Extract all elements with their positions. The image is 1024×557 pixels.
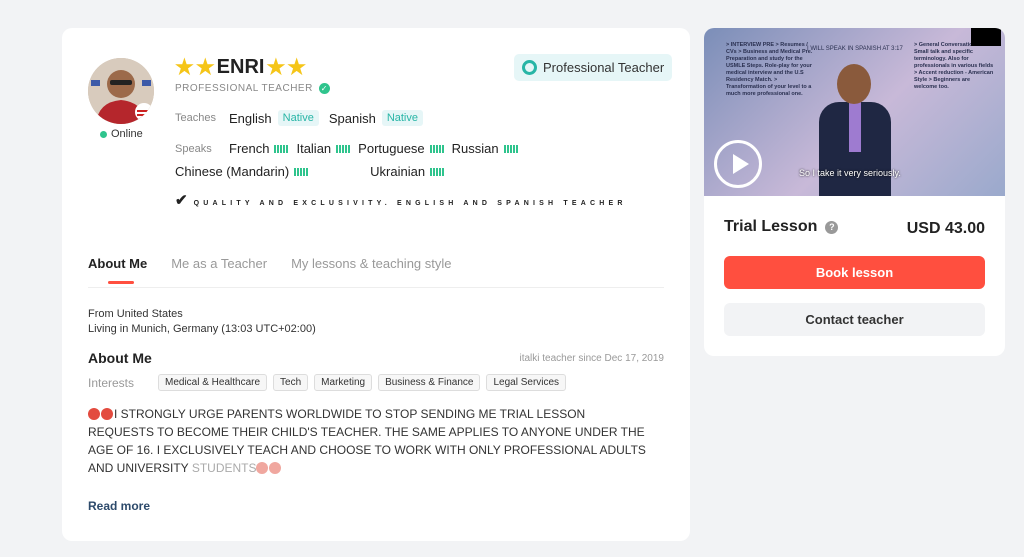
play-icon[interactable]: [714, 140, 762, 188]
video-caption: So I take it very seriously.: [799, 168, 901, 178]
proficiency-bars-icon: [503, 144, 518, 153]
teacher-since: italki teacher since Dec 17, 2019: [519, 353, 664, 364]
interests-row: Interests Medical & Healthcare Tech Mark…: [88, 374, 567, 391]
speaks-label: Speaks: [175, 142, 212, 155]
interest-chip: Medical & Healthcare: [158, 374, 268, 391]
teacher-profile-card: Online ★ ★ ENRI ★ ★ PROFESSIONAL TEACHER…: [62, 28, 690, 541]
red-circle-icon: [88, 408, 100, 420]
teach-language: Spanish: [328, 110, 376, 126]
trial-label-text: Trial Lesson: [724, 218, 818, 235]
interest-chip: Legal Services: [486, 374, 567, 391]
native-badge: Native: [381, 110, 423, 126]
tab-lessons-style[interactable]: My lessons & teaching style: [291, 256, 451, 287]
booking-card: > INTERVIEW PRE > Resumes / CVs > Busine…: [704, 28, 1005, 356]
spoken-language: Chinese (Mandarin): [175, 164, 309, 179]
help-icon[interactable]: ?: [825, 220, 839, 234]
bio-fade-text: STUDENTS: [191, 461, 257, 475]
read-more-link[interactable]: Read more: [88, 499, 150, 513]
interest-chip: Marketing: [314, 374, 373, 391]
online-status: Online: [100, 128, 143, 140]
tagline-text: QUALITY AND EXCLUSIVITY. ENGLISH AND SPA…: [193, 200, 627, 207]
proficiency-bars-icon: [294, 167, 309, 176]
interest-chip: Business & Finance: [378, 374, 481, 391]
teaches-row: Teaches English Native Spanish Native: [175, 110, 433, 126]
proficiency-bars-icon: [430, 167, 445, 176]
star-icon: ★: [195, 56, 215, 79]
teacher-tagline: ✔ QUALITY AND EXCLUSIVITY. ENGLISH AND SP…: [175, 192, 635, 212]
interest-chip: Tech: [273, 374, 309, 391]
teacher-name: ENRI: [216, 56, 265, 78]
tab-me-as-a-teacher[interactable]: Me as a Teacher: [171, 256, 267, 287]
professional-teacher-badge[interactable]: Professional Teacher: [514, 54, 673, 81]
star-icon: ★: [266, 56, 286, 79]
video-overlay-box: [971, 28, 1001, 46]
teaches-label: Teaches: [175, 112, 216, 124]
location-info: From United States Living in Munich, Ger…: [88, 307, 316, 337]
trial-price: USD 43.00: [906, 220, 985, 237]
spoken-language: French: [229, 141, 289, 156]
interests-label: Interests: [88, 375, 135, 390]
tab-about-me[interactable]: About Me: [88, 256, 147, 287]
red-circle-icon: [256, 462, 269, 474]
contact-teacher-button[interactable]: Contact teacher: [724, 303, 985, 336]
online-dot-icon: [100, 130, 107, 138]
book-lesson-button[interactable]: Book lesson: [724, 256, 985, 289]
language-name: Chinese (Mandarin): [175, 164, 290, 179]
proficiency-bars-icon: [429, 144, 444, 153]
teacher-role: PROFESSIONAL TEACHER ✓: [175, 83, 330, 94]
role-label: PROFESSIONAL TEACHER: [175, 83, 313, 94]
intro-video[interactable]: > INTERVIEW PRE > Resumes / CVs > Busine…: [704, 28, 1005, 196]
language-name: French: [229, 141, 270, 156]
about-me-heading: About Me: [88, 350, 152, 366]
teacher-name-row: ★ ★ ENRI ★ ★: [175, 56, 306, 79]
profile-tabs: About Me Me as a Teacher My lessons & te…: [88, 256, 664, 288]
trial-lesson-label: Trial Lesson ?: [724, 218, 839, 236]
certificate-icon: [522, 60, 537, 75]
speaks-row: Speaks French Italian Portuguese Russian…: [175, 141, 665, 179]
verified-shield-icon: ✓: [318, 83, 330, 94]
proficiency-bars-icon: [336, 144, 351, 153]
native-badge: Native: [277, 110, 319, 126]
video-right-text: > General Conversations. > Small talk an…: [914, 42, 994, 90]
living-text: Living in Munich, Germany (13:03 UTC+02:…: [88, 323, 316, 335]
online-label: Online: [111, 128, 143, 140]
star-icon: ★: [175, 56, 194, 79]
proficiency-bars-icon: [274, 144, 289, 153]
badge-label: Professional Teacher: [543, 60, 665, 75]
language-name: Ukrainian: [370, 164, 426, 179]
bio-text: I STRONGLY URGE PARENTS WORLDWIDE TO STO…: [88, 407, 646, 475]
language-name: Italian: [296, 141, 332, 156]
teacher-avatar[interactable]: [88, 58, 154, 124]
star-icon: ★: [287, 56, 307, 79]
language-name: Portuguese: [358, 141, 425, 156]
teach-language: English: [229, 110, 272, 126]
check-icon: ✔: [175, 192, 188, 209]
spoken-language: Italian: [296, 141, 351, 156]
language-name: Russian: [451, 141, 499, 156]
about-me-text: I STRONGLY URGE PARENTS WORLDWIDE TO STO…: [88, 405, 648, 477]
spoken-language: Ukrainian: [370, 164, 445, 179]
video-top-text: I WILL SPEAK IN SPANISH AT 3:17: [807, 46, 903, 52]
spoken-language: Portuguese: [358, 141, 444, 156]
red-circle-icon: [101, 408, 113, 420]
video-left-text: > INTERVIEW PRE > Resumes / CVs > Busine…: [726, 42, 813, 97]
red-circle-icon: [269, 462, 282, 474]
from-text: From United States: [88, 308, 183, 320]
spoken-language: Russian: [452, 141, 518, 156]
